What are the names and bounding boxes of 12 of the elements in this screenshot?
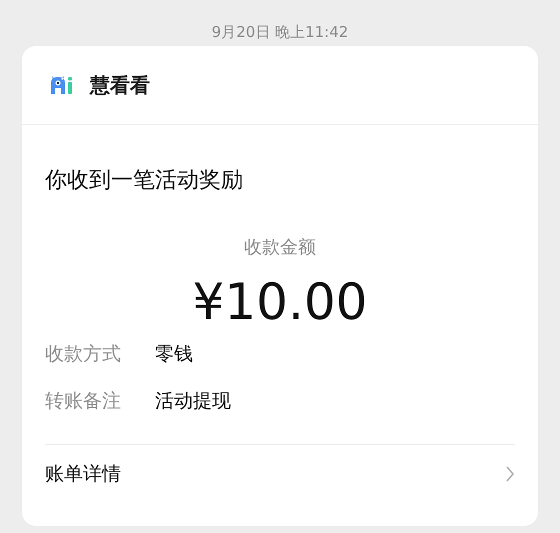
detail-label: 收款方式: [45, 342, 122, 367]
logo-icon: [50, 75, 74, 95]
detail-label: 转账备注: [45, 389, 122, 414]
chevron-icon: [505, 464, 515, 482]
detail-value: 零钱: [155, 342, 193, 367]
timestamp: 9月20日 晚上11:42: [212, 23, 348, 41]
bill-details-link[interactable]: 账单详情: [45, 445, 515, 502]
message-title: 你收到一笔活动奖励: [45, 168, 243, 193]
detail-value: 活动提现: [155, 389, 231, 414]
app-name: 慧看看: [90, 72, 150, 98]
amount-label: 收款金额: [244, 237, 316, 258]
amount: ¥10.00: [192, 273, 368, 331]
